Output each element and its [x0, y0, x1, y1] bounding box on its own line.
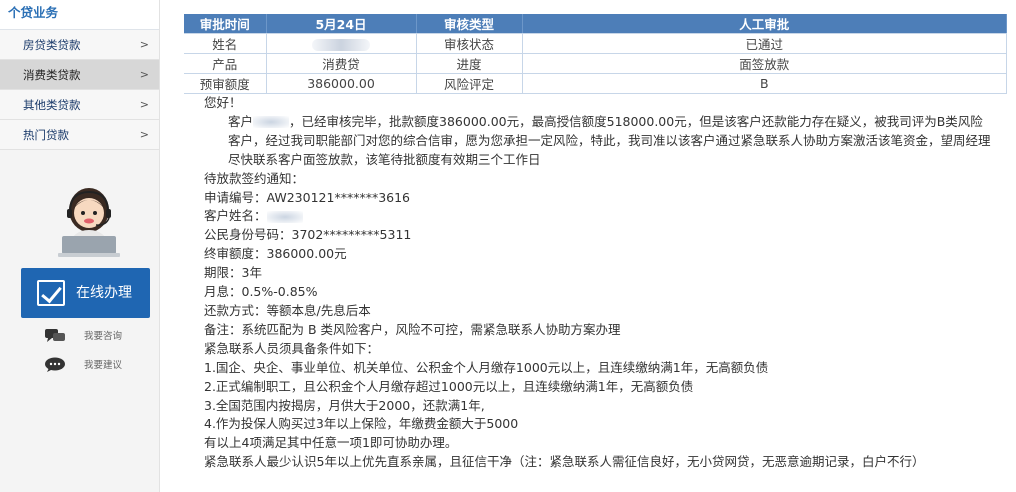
customer-service-avatar [58, 188, 120, 257]
checkbox-icon [37, 280, 65, 306]
condition-item: 4.作为投保人购买过3年以上保险，年缴费金额大于5000 [204, 416, 519, 432]
table-cell: 已通过 [522, 33, 1007, 54]
customer-prefix: 客户 [228, 113, 254, 129]
customer-name-line: 客户姓名： [204, 207, 994, 226]
header-cell: 审核类型 [416, 14, 523, 34]
suggest-link-label: 我要建议 [84, 360, 123, 371]
table-header-row: 审批时间 5月24日 审核类型 人工审批 [184, 14, 1007, 34]
chevron-right-icon: > [139, 98, 149, 111]
sidebar: 个贷业务 房贷类贷款 > 消费类贷款 > 其他类贷款 > 热门贷款 > 在线办理 [0, 0, 160, 492]
letter-paragraph-text: ，已经审核完毕，批款额度386000.00元，最高授信额度518000.00元，… [228, 113, 991, 167]
sidebar-item-label: 房贷类贷款 [23, 38, 81, 52]
letter-paragraph: 客户 ，已经审核完毕，批款额度386000.00元，最高授信额度518000.00… [204, 113, 994, 170]
remark: 备注：系统匹配为 B 类风险客户，风险不可控，需紧急联系人协助方案办理 [204, 321, 621, 337]
loan-term: 期限：3年 [204, 265, 262, 281]
table-cell: 预审额度 [184, 73, 267, 94]
approval-table: 审批时间 5月24日 审核类型 人工审批 姓名 审核状态 已通过 产品 消费贷 … [184, 14, 1007, 94]
approval-letter: 您好！ 客户 ，已经审核完毕，批款额度386000.00元，最高授信额度51800… [204, 94, 994, 472]
conditions-note: 有以上4项满足其中任意一项1即可协助办理。 [204, 435, 458, 451]
sidebar-item-hot-loan[interactable]: 热门贷款 > [0, 120, 159, 150]
chevron-right-icon: > [139, 38, 149, 51]
chevron-right-icon: > [139, 128, 149, 141]
table-row: 预审额度 386000.00 风险评定 B [184, 73, 1007, 94]
redacted-name-cell [266, 33, 417, 54]
table-cell: 386000.00 [266, 73, 417, 94]
sidebar-item-label: 热门贷款 [23, 128, 69, 142]
table-cell: 消费贷 [266, 53, 417, 74]
header-cell: 人工审批 [522, 14, 1007, 34]
chat-bubbles-icon [45, 329, 65, 342]
condition-item: 3.全国范围内按揭房，月供大于2000，还款满1年, [204, 397, 485, 413]
conditions-title: 紧急联系人员须具备条件如下： [204, 340, 380, 356]
monthly-rate: 月息：0.5%-0.85% [204, 284, 318, 300]
sidebar-item-mortgage-loan[interactable]: 房贷类贷款 > [0, 30, 159, 60]
sidebar-item-label: 消费类贷款 [23, 68, 81, 82]
application-number: 申请编号：AW230121*******3616 [204, 189, 411, 205]
final-note: 紧急联系人最少认识5年以上优先直系亲属，且征信干净（注：紧急联系人需征信良好，无… [204, 454, 925, 470]
table-cell: 产品 [184, 53, 267, 74]
approval-panel: 审批时间 5月24日 审核类型 人工审批 姓名 审核状态 已通过 产品 消费贷 … [184, 14, 1007, 94]
consult-link-label: 我要咨询 [84, 331, 123, 342]
table-cell: 进度 [416, 53, 523, 74]
sidebar-title: 个贷业务 [0, 0, 159, 30]
sidebar-item-consumer-loan[interactable]: 消费类贷款 > [0, 60, 159, 90]
table-cell: 审核状态 [416, 33, 523, 54]
online-apply-button[interactable]: 在线办理 [21, 268, 150, 318]
table-cell: 风险评定 [416, 73, 523, 94]
sidebar-item-label: 其他类贷款 [23, 98, 81, 112]
redaction-blur [266, 210, 303, 223]
condition-item: 1.国企、央企、事业单位、机关单位、公积金个人月缴存1000元以上，且连续缴纳满… [204, 359, 769, 375]
table-row: 姓名 审核状态 已通过 [184, 33, 1007, 54]
letter-greeting: 您好！ [204, 95, 242, 110]
condition-item: 2.正式编制职工，且公积金个人月缴存超过1000元以上，且连续缴纳满1年，无高额… [204, 378, 694, 394]
notice-title: 待放款签约通知： [204, 170, 305, 186]
customer-name-label: 客户姓名： [204, 208, 267, 224]
online-apply-label: 在线办理 [76, 285, 132, 301]
table-cell: B [522, 73, 1007, 94]
header-cell: 审批时间 [184, 14, 267, 34]
repayment-method: 还款方式：等额本息/先息后本 [204, 302, 371, 318]
final-amount: 终审额度：386000.00元 [204, 246, 347, 262]
table-row: 产品 消费贷 进度 面签放款 [184, 53, 1007, 74]
table-cell: 姓名 [184, 33, 267, 54]
header-cell: 5月24日 [266, 14, 417, 34]
redaction-blur [253, 116, 290, 129]
sidebar-item-other-loan[interactable]: 其他类贷款 > [0, 90, 159, 120]
speech-bubble-icon [45, 357, 65, 372]
id-number: 公民身份号码：3702*********5311 [204, 227, 412, 243]
redaction-blur [312, 38, 370, 51]
chevron-right-icon: > [139, 68, 149, 81]
table-cell: 面签放款 [522, 53, 1007, 74]
